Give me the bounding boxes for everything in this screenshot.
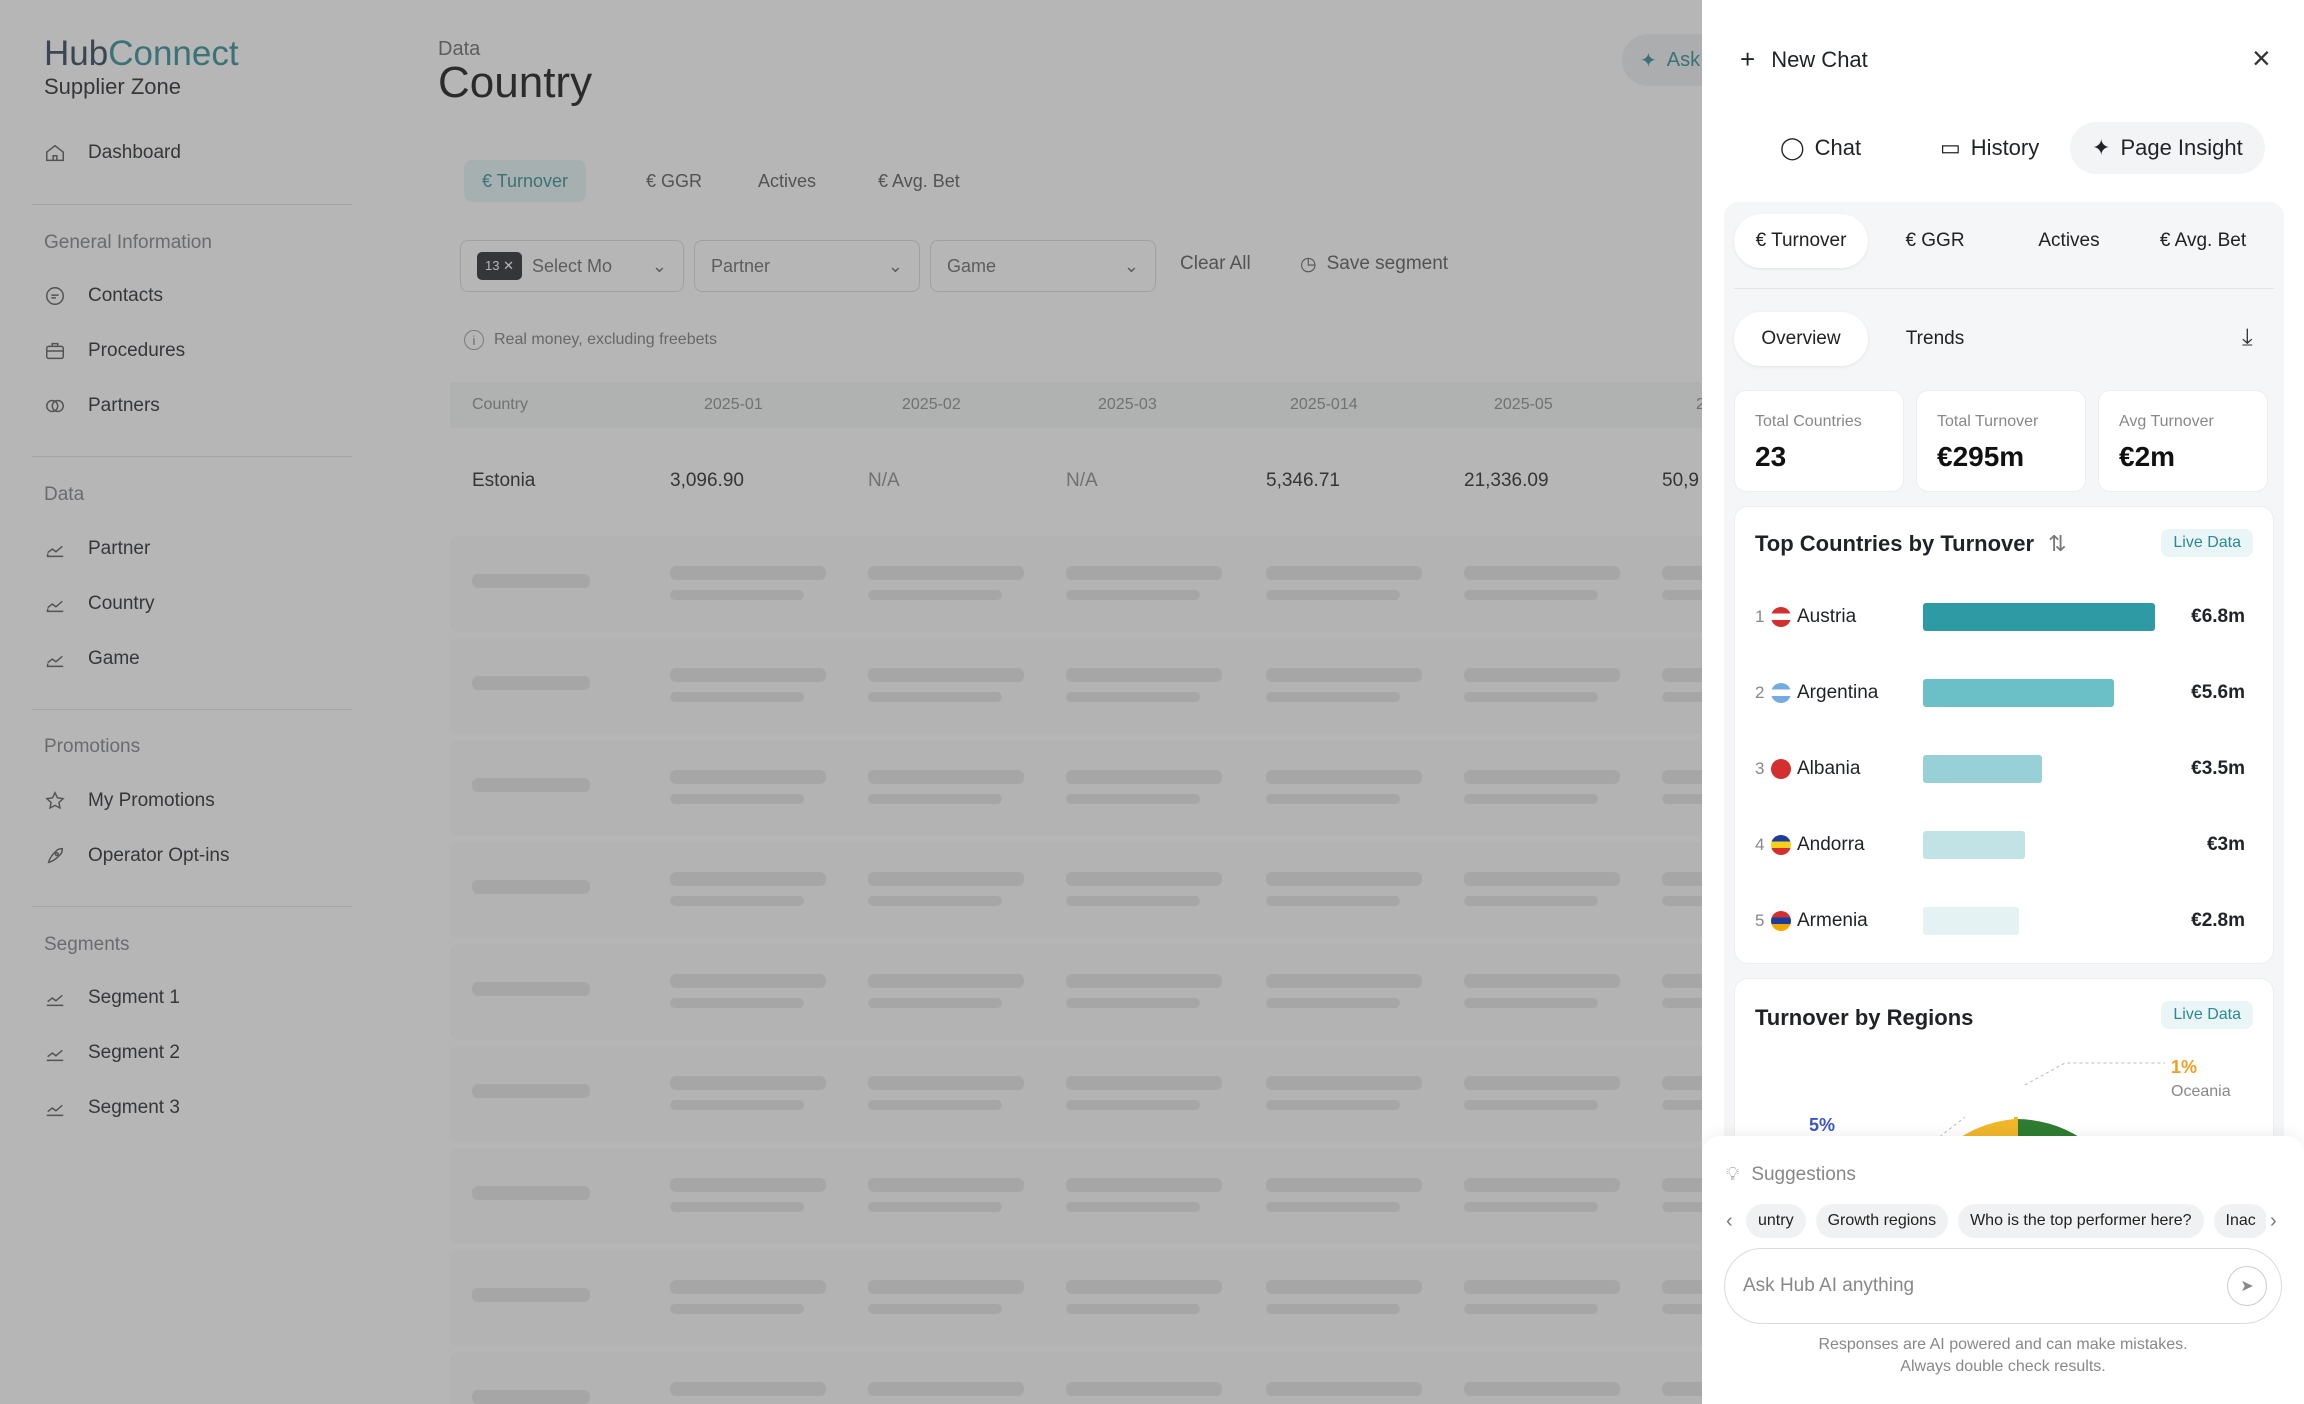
flag-icon xyxy=(1771,607,1791,627)
close-icon[interactable]: × xyxy=(2252,42,2271,74)
metric-tab-avg-bet[interactable]: € Avg. Bet xyxy=(2136,214,2270,268)
chevron-left-icon[interactable]: ‹ xyxy=(1726,1210,1733,1233)
tab-page-insight[interactable]: ✦ Page Insight xyxy=(2070,122,2265,174)
view-tab-overview[interactable]: Overview xyxy=(1734,312,1868,366)
pie-label: 5% xyxy=(1809,1115,1836,1135)
turnover-bar xyxy=(1923,755,2042,783)
turnover-bar xyxy=(1923,907,2019,935)
turnover-value: €6.8m xyxy=(2191,606,2245,627)
country-name: Austria xyxy=(1797,606,1857,627)
tab-history[interactable]: ▭ History xyxy=(1918,122,2061,174)
pie-label: 1% xyxy=(2171,1057,2198,1077)
stat-card: Total Turnover €295m xyxy=(1916,390,2086,492)
suggestion-chips: untry Growth regions Who is the top perf… xyxy=(1746,1204,2266,1238)
country-row[interactable]: 3 Albania €3.5m xyxy=(1755,731,2255,807)
new-chat-button[interactable]: + New Chat xyxy=(1740,44,1868,75)
turnover-value: €5.6m xyxy=(2191,682,2245,703)
live-data-badge: Live Data xyxy=(2161,529,2253,557)
disclaimer: Responses are AI powered and can make mi… xyxy=(1818,1336,2188,1375)
turnover-value: €3.5m xyxy=(2191,758,2245,779)
view-tab-trends[interactable]: Trends xyxy=(1868,312,2002,366)
rank: 3 xyxy=(1755,759,1765,778)
suggestion-chip[interactable]: untry xyxy=(1746,1204,1806,1238)
country-name: Armenia xyxy=(1797,910,1868,931)
flag-icon xyxy=(1771,835,1791,855)
send-icon[interactable]: ➤ xyxy=(2227,1266,2267,1306)
flag-icon xyxy=(1771,911,1791,931)
plus-icon: + xyxy=(1740,44,1756,74)
tab-chat[interactable]: ◯ Chat xyxy=(1758,122,1883,174)
flag-icon xyxy=(1771,759,1791,779)
country-row[interactable]: 4 Andorra €3m xyxy=(1755,807,2255,883)
stat-card: Avg Turnover €2m xyxy=(2098,390,2268,492)
card-title: Turnover by Regions xyxy=(1755,1005,1974,1030)
country-name: Argentina xyxy=(1797,682,1879,703)
stat-card: Total Countries 23 xyxy=(1734,390,1904,492)
flag-icon xyxy=(1771,683,1791,703)
country-row[interactable]: 5 Armenia €2.8m xyxy=(1755,883,2255,959)
suggestion-chip[interactable]: Who is the top performer here? xyxy=(1958,1204,2204,1238)
rank: 1 xyxy=(1755,607,1765,626)
country-row[interactable]: 2 Argentina €5.6m xyxy=(1755,655,2255,731)
suggestion-chip[interactable]: Inac xyxy=(2213,1204,2266,1238)
ai-side-panel: + New Chat × ◯ Chat ▭ History ✦ Page Insigh… xyxy=(1702,0,2304,1404)
metric-tab-ggr[interactable]: € GGR xyxy=(1868,214,2002,268)
chevron-right-icon[interactable]: › xyxy=(2270,1210,2277,1233)
country-list: 1 Austria €6.8m 2 Argentina €5.6m 3 Albania €3.5… xyxy=(1755,579,2255,959)
calendar-icon: ▭ xyxy=(1940,135,1961,160)
turnover-bar xyxy=(1923,679,2114,707)
lightbulb-icon: 💡︎ xyxy=(1726,1164,1740,1185)
download-icon[interactable]: ⤓ xyxy=(2242,324,2253,352)
rank: 5 xyxy=(1755,911,1765,930)
chat-icon: ◯ xyxy=(1780,135,1805,160)
turnover-value: €2.8m xyxy=(2191,910,2245,931)
top-countries-card: Top Countries by Turnover ⇅ Live Data 1 A… xyxy=(1734,506,2274,964)
turnover-bar xyxy=(1923,831,2025,859)
turnover-bar xyxy=(1923,603,2155,631)
metric-tab-actives[interactable]: Actives xyxy=(2002,214,2136,268)
divider xyxy=(1734,288,2274,289)
turnover-value: €3m xyxy=(2206,834,2245,855)
sparkle-icon: ✦ xyxy=(2092,135,2111,160)
live-data-badge: Live Data xyxy=(2161,1001,2253,1029)
country-row[interactable]: 1 Austria €6.8m xyxy=(1755,579,2255,655)
metric-tab-turnover[interactable]: € Turnover xyxy=(1734,214,1868,268)
modal-backdrop[interactable] xyxy=(0,0,1702,1404)
sort-icon[interactable]: ⇅ xyxy=(2048,531,2066,557)
country-name: Andorra xyxy=(1797,834,1865,855)
pie-label: Oceania xyxy=(2171,1083,2231,1100)
ask-input[interactable]: Ask Hub AI anything ➤ xyxy=(1724,1248,2282,1324)
country-name: Albania xyxy=(1797,758,1861,779)
rank: 2 xyxy=(1755,683,1765,702)
suggestion-chip[interactable]: Growth regions xyxy=(1815,1204,1949,1238)
chat-composer: 💡︎ Suggestions ‹ untry Growth regions Who… xyxy=(1702,1136,2304,1404)
rank: 4 xyxy=(1755,835,1765,854)
suggestions-header: 💡︎ Suggestions xyxy=(1726,1164,1856,1185)
card-title: Top Countries by Turnover xyxy=(1755,531,2035,556)
